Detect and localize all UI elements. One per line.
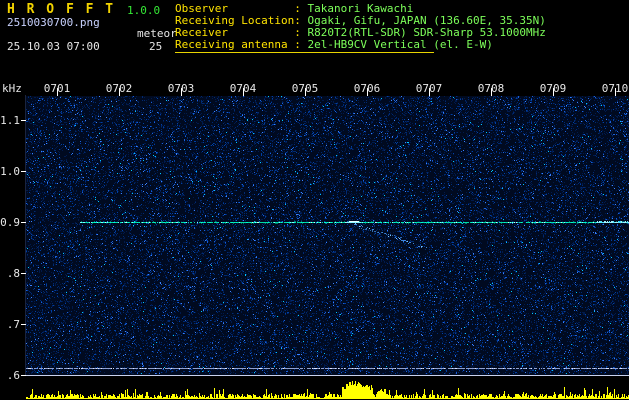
x-tick-label: 0705 <box>291 82 319 95</box>
app-version: 1.0.0 <box>127 4 161 17</box>
x-tick-label: 0710 <box>601 82 629 95</box>
station-info: Observer: Takanori Kawachi Receiving Loca… <box>175 3 546 51</box>
y-axis-unit: kHz <box>2 82 22 95</box>
x-tick-label: 0709 <box>539 82 567 95</box>
x-tick-label: 0702 <box>105 82 133 95</box>
mode-label: meteor <box>137 27 177 40</box>
y-tick-label: 1.0 <box>0 165 20 178</box>
y-tick-label: 1.1 <box>0 114 20 127</box>
spectrogram-canvas <box>0 78 629 400</box>
info-value: 2el-HB9CV Vertical (el. E-W) <box>307 38 493 51</box>
y-tick-label: .8 <box>6 267 20 280</box>
station-info-row: Receiving antenna: 2el-HB9CV Vertical (e… <box>175 39 546 51</box>
output-filename: 2510030700.png <box>7 16 100 29</box>
x-tick-label: 0701 <box>43 82 71 95</box>
x-tick-label: 0706 <box>353 82 381 95</box>
x-tick-label: 0704 <box>229 82 257 95</box>
y-tick-label: 0.9 <box>0 216 20 229</box>
hrofft-output: H R O F F T 1.0.0 2510030700.png meteor … <box>0 0 629 400</box>
observation-timestamp: 25.10.03 07:00 <box>7 40 100 53</box>
info-label: Receiving antenna <box>175 38 288 51</box>
echo-count: 25 <box>149 40 163 53</box>
app-title: H R O F F T <box>7 2 116 17</box>
info-colon: : <box>294 38 308 51</box>
x-tick-label: 0707 <box>415 82 443 95</box>
x-tick-label: 0708 <box>477 82 505 95</box>
y-tick-label: .7 <box>6 318 20 331</box>
y-tick-label: .6 <box>6 369 20 382</box>
x-tick-label: 0703 <box>167 82 195 95</box>
info-underline <box>175 52 434 53</box>
